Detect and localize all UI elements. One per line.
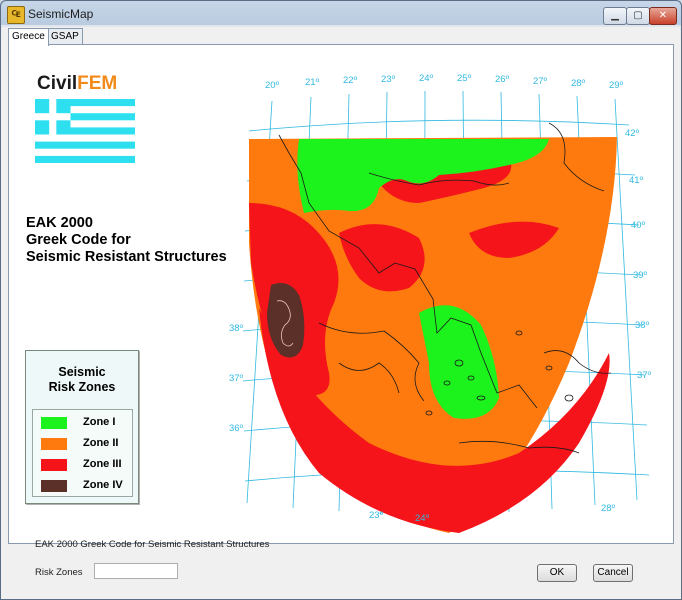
status-text: EAK 2000 Greek Code for Seismic Resistan… [35,539,270,550]
lon-label-22: 22º [343,75,358,86]
lon-label-29: 29º [609,80,624,91]
lat-label-left-36: 36º [229,423,244,434]
maximize-button[interactable]: ▢ [626,7,650,25]
lat-label-40: 40º [631,220,646,231]
lon-label-28: 28º [571,78,586,89]
code-title: EAK 2000 Greek Code for Seismic Resistan… [26,215,236,266]
app-window: ₠ SeismicMap ▁ ▢ ✕ Greece GSAP CivilFEM … [0,0,682,600]
tab-greece[interactable]: Greece [8,28,49,46]
legend-label: Zone IV [83,479,123,491]
code-title-line3: Seismic Resistant Structures [26,249,227,265]
client-area: Greece GSAP CivilFEM EAK 2000 Greek Code… [2,27,680,598]
zone-iv-swatch [41,480,67,492]
legend-title: Seismic Risk Zones [26,365,138,395]
lon-label-26: 26º [495,74,510,85]
minimize-button[interactable]: ▁ [603,7,627,25]
lat-label-left-38: 38º [229,323,244,334]
legend-label: Zone II [83,437,119,449]
risk-zones-legend: Seismic Risk Zones Zone I Zone II Zone I… [25,350,139,504]
lat-label-41: 41º [629,175,644,186]
logo-fem: FEM [77,73,118,94]
lon-label-20: 20º [265,80,280,91]
risk-zones-label: Risk Zones [35,567,83,578]
cancel-button[interactable]: Cancel [593,564,633,582]
lon-label-24: 24º [419,73,434,84]
lon-label-25: 25º [457,73,472,84]
lon-label-bottom-23: 23º [369,510,384,521]
tab-gsap[interactable]: GSAP [47,28,83,45]
risk-zones-input[interactable] [94,563,178,579]
lon-label-23: 23º [381,74,396,85]
legend-label: Zone III [83,458,122,470]
lon-label-27: 27º [533,76,548,87]
civilfem-logo: CivilFEM [37,73,117,95]
lat-label-left-37: 37º [229,373,244,384]
lon-label-bottom-24: 24º [415,513,430,524]
code-title-line2: Greek Code for [26,232,131,248]
lat-label-37: 37º [637,370,651,381]
tab-panel-greece: CivilFEM EAK 2000 Greek Code for Seismic… [8,44,674,544]
lon-label-bottom-28: 28º [601,503,616,514]
close-button[interactable]: ✕ [649,7,677,25]
zone-ii-swatch [41,438,67,450]
window-title: SeismicMap [28,7,94,21]
zone-iii-swatch [41,459,67,471]
civilfem-app-icon: ₠ [7,6,25,24]
code-title-line1: EAK 2000 [26,215,93,231]
lat-label-42: 42º [625,128,640,139]
lon-label-21: 21º [305,77,320,88]
zone-i-swatch [41,417,67,429]
greek-flag-icon [35,99,135,163]
legend-title-line1: Seismic [58,365,106,379]
legend-label: Zone I [83,416,116,428]
title-bar[interactable]: ₠ SeismicMap ▁ ▢ ✕ [1,1,681,27]
ok-button[interactable]: OK [537,564,577,582]
seismic-map[interactable]: 20º 21º 22º 23º 24º 25º 26º 27º 28º 29º … [219,63,651,533]
legend-list: Zone I Zone II Zone III Zone IV [32,409,133,497]
logo-civil: Civil [37,73,78,94]
lat-label-39: 39º [633,270,648,281]
legend-title-line2: Risk Zones [48,380,116,394]
lat-label-38: 38º [635,320,650,331]
